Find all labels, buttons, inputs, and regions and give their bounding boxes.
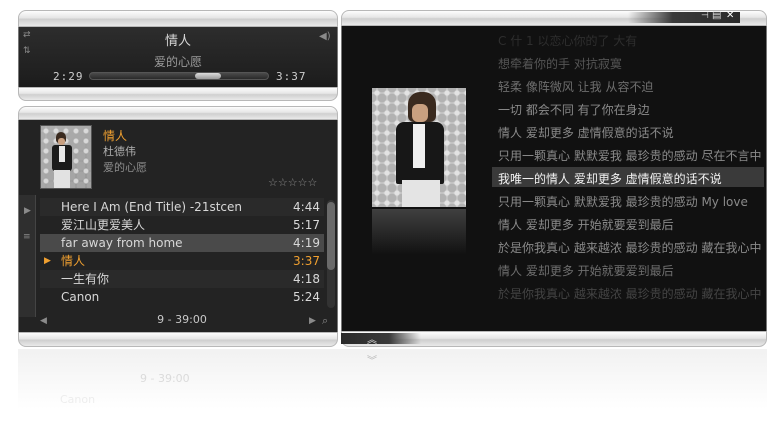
expand-down-icon: ︾ (367, 356, 377, 367)
lyric-line: 只用一颗真心 默默爱我 最珍贵的感动 尽在不言中 (498, 149, 762, 163)
reflection-footer: 9 - 39:00 (140, 372, 190, 385)
lyric-line: 想牵着你的手 对抗寂寞 (498, 57, 622, 71)
playlist-summary: 9 - 39:00 (157, 313, 207, 326)
lyric-line: 情人 爱却更多 开始就要爱到最后 (498, 218, 674, 232)
collapse-button-bg (341, 333, 421, 344)
playlist-row-duration: 4:19 (293, 236, 320, 250)
now-playing-titlebar[interactable] (18, 10, 338, 27)
side-play-icon[interactable]: ▶ (24, 206, 31, 216)
seek-thumb[interactable] (195, 73, 221, 79)
now-playing-indicator-icon: ▶ (44, 256, 51, 266)
playlist-row[interactable]: Here I Am (End Title) -21stcen 4:44 (40, 198, 324, 216)
lyric-line: 情人 爱却更多 虚情假意的话不说 (498, 126, 674, 140)
now-playing-album: 爱的心愿 (153, 55, 202, 69)
seek-bar[interactable] (89, 72, 269, 80)
playlist-row[interactable]: Canon 5:24 (40, 288, 324, 306)
track-artist: 杜德伟 (103, 145, 136, 158)
playlist-scroll-thumb[interactable] (327, 202, 335, 270)
lyric-line: C 什 1 以恋心你的了 大有 (498, 34, 638, 48)
playlist-row[interactable]: 爱江山更爱美人 5:17 (40, 216, 324, 234)
lyric-line: 只用一颗真心 默默爱我 最珍贵的感动 My love (498, 195, 748, 209)
playlist-scrollbar[interactable] (327, 200, 335, 308)
titlebar-buttons-bg (628, 12, 740, 23)
elapsed-time: 2:29 (53, 70, 84, 83)
playlist-row-duration: 4:18 (293, 272, 320, 286)
playlist-row-duration: 5:17 (293, 218, 320, 232)
playlist-row-duration: 5:24 (293, 290, 320, 304)
playlist-row-title: Here I Am (End Title) -21stcen (61, 200, 242, 214)
total-time: 3:37 (276, 70, 307, 83)
restore-icon[interactable]: ▤ (712, 10, 721, 21)
lyric-line: 於是你我真心 越来越浓 最珍贵的感动 藏在我心中 (498, 241, 762, 255)
album-cover-reflection (372, 209, 466, 255)
window-reflection (18, 349, 767, 409)
playlist-row-title: 情人 (61, 254, 86, 268)
playlist-row-duration: 3:37 (293, 254, 320, 268)
track-album: 爱的心愿 (103, 161, 147, 174)
search-icon[interactable]: ⌕ (322, 314, 328, 328)
lyric-line: 一切 都会不同 有了你在身边 (498, 103, 650, 117)
playlist-row-title: far away from home (61, 236, 183, 250)
playlist-titlebar[interactable] (18, 106, 338, 120)
current-lyric-line: 我唯一的情人 爱却更多 虚情假意的话不说 (498, 172, 722, 186)
close-icon[interactable]: ✕ (726, 10, 734, 21)
lyric-line: 於是你我真心 越来越浓 最珍贵的感动 藏在我心中 (498, 287, 762, 301)
side-list-icon[interactable]: ≡ (23, 232, 31, 242)
playlist-row-title: 一生有你 (61, 272, 110, 286)
playlist-bottom-bar (18, 332, 338, 347)
collapse-up-icon[interactable]: ︽ (367, 331, 377, 346)
playlist-row[interactable]: 一生有你 4:18 (40, 270, 324, 288)
lyric-line: 轻柔 像阵微风 让我 从容不迫 (498, 80, 654, 94)
playlist-row-title: Canon (61, 290, 100, 304)
reflection-canon: Canon (60, 393, 96, 406)
pin-icon[interactable]: ⊣ (701, 11, 709, 21)
album-cover (372, 88, 466, 207)
album-cover-thumbnail (40, 125, 92, 189)
playlist-row-playing[interactable]: ▶ 情人 3:37 (40, 252, 324, 270)
rating-stars[interactable]: ☆☆☆☆☆ (268, 176, 317, 189)
now-playing-title: 情人 (164, 34, 191, 49)
playlist-row-selected[interactable]: far away from home 4:19 (40, 234, 324, 252)
scroll-right-icon[interactable]: ▶ (309, 316, 316, 326)
lyric-line: 情人 爱却更多 开始就要爱到最后 (498, 264, 674, 278)
playlist-row-title: 爱江山更爱美人 (61, 218, 146, 232)
track-title: 情人 (103, 129, 128, 143)
playlist-row-duration: 4:44 (293, 200, 320, 214)
now-playing-bottom-bar (18, 87, 338, 101)
